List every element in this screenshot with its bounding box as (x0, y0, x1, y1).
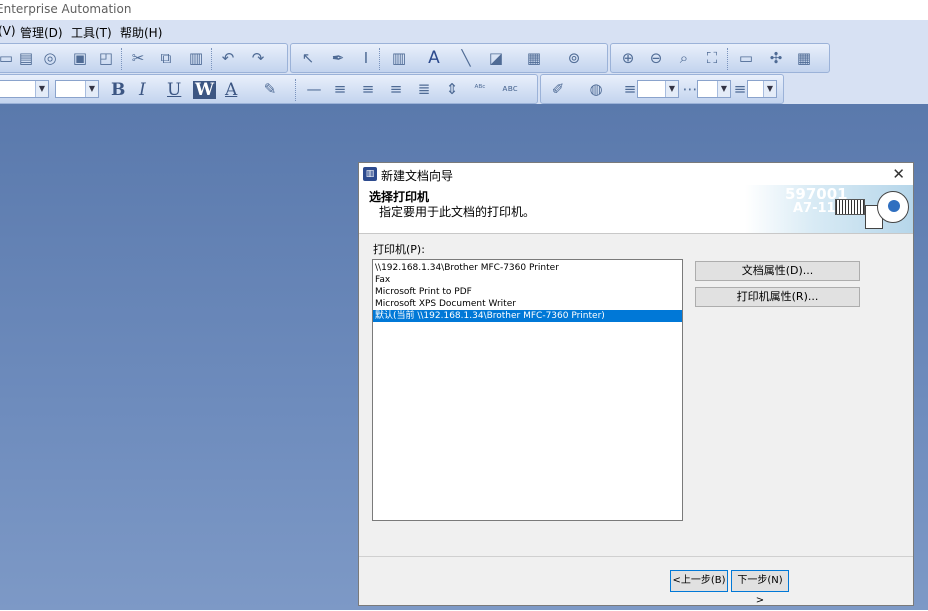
print-icon[interactable]: ▣ (71, 50, 89, 66)
disc-center-icon (888, 200, 900, 212)
justify-icon[interactable]: ≣ (415, 81, 433, 97)
header-subtitle: 指定要用于此文档的打印机。 (379, 205, 536, 219)
paste-icon[interactable]: ▥ (187, 50, 205, 66)
list-item[interactable]: Fax (373, 274, 682, 286)
border-style-select[interactable]: ▼ (747, 80, 777, 98)
align-center-icon[interactable]: ≡ (359, 81, 377, 97)
select-arrow-icon[interactable]: ↖ (299, 50, 317, 66)
app-title: Enterprise Automation (0, 2, 132, 16)
dialog-title: 新建文档向导 (381, 169, 454, 183)
font-size-select[interactable]: ▼ (55, 80, 99, 98)
menu-bar: (V) 管理(D) 工具(T) 帮助(H) (0, 20, 928, 42)
open-file-icon[interactable]: ▤ (17, 50, 35, 66)
align-right-icon[interactable]: ≡ (387, 81, 405, 97)
separator (379, 48, 382, 70)
barcode-label-icon (835, 199, 865, 215)
format-toolbar: ▼ ▼ B I U W A ✎ — ≡ ≡ ≡ ≣ ⇕ ᴬᴮᶜ ᴀʙᴄ (0, 74, 538, 104)
dialog-title-bar: ▥ 新建文档向导 ✕ (359, 163, 913, 185)
list-item-selected[interactable]: 默认(当前 \\192.168.1.34\Brother MFC-7360 Pr… (373, 310, 682, 322)
divider (359, 556, 913, 557)
copy-icon[interactable]: ⧉ (157, 50, 175, 66)
object-toolbar: ↖ ✒ I ▥ A ╲ ◪ ▦ ⊚ (290, 43, 608, 73)
line-toolbar: ✐ ◍ ≡ ▼ ⋯ ▼ ≡ ▼ (540, 74, 784, 104)
chevron-down-icon: ▼ (717, 81, 730, 97)
view-toolbar: ⊕ ⊖ ⌕ ⛶ ▭ ✣ ▦ (610, 43, 830, 73)
close-icon[interactable]: ✕ (892, 165, 905, 183)
underline-button[interactable]: U (167, 81, 181, 99)
zoom-region-icon[interactable]: ⌕ (675, 50, 693, 66)
text-rotate-icon[interactable]: ᴀʙᴄ (501, 81, 519, 97)
back-button[interactable]: <上一步(B) (670, 570, 728, 592)
text-tool-icon[interactable]: A (425, 50, 443, 67)
grid-icon[interactable]: ▦ (795, 50, 813, 66)
printer-properties-button[interactable]: 打印机属性(R)... (695, 287, 860, 307)
word-wrap-button[interactable]: W (193, 81, 217, 99)
toolbar-row-1: ▭ ▤ ◎ ▣ ◰ ✂ ⧉ ▥ ↶ ↷ ↖ ✒ I ▥ A ╲ ◪ ▦ ⊚ ⊕ … (0, 42, 928, 73)
toolbar-row-2: ▼ ▼ B I U W A ✎ — ≡ ≡ ≡ ≣ ⇕ ᴬᴮᶜ ᴀʙᴄ ✐ ◍ … (0, 73, 928, 104)
bold-button[interactable]: B (111, 81, 125, 99)
line-color-icon[interactable]: ✐ (549, 81, 567, 97)
separator (211, 48, 214, 70)
ruler-icon[interactable]: ▭ (737, 50, 755, 66)
new-document-wizard-dialog: ▥ 新建文档向导 ✕ 选择打印机 指定要用于此文档的打印机。 597001 A7… (358, 162, 914, 606)
list-item[interactable]: Microsoft Print to PDF (373, 286, 682, 298)
line-tool-icon[interactable]: ╲ (457, 50, 475, 66)
menu-help[interactable]: 帮助(H) (120, 24, 162, 41)
document-properties-button[interactable]: 文档属性(D)... (695, 261, 860, 281)
cut-icon[interactable]: ✂ (129, 50, 147, 66)
dialog-header: 选择打印机 指定要用于此文档的打印机。 597001 A7-118 (359, 185, 913, 234)
menu-tools[interactable]: 工具(T) (71, 24, 112, 41)
separator (727, 48, 730, 70)
chevron-down-icon: ▼ (85, 81, 98, 97)
chevron-down-icon: ▼ (665, 81, 678, 97)
fill-color-icon[interactable]: ◍ (587, 81, 605, 97)
snap-icon[interactable]: ✣ (767, 50, 785, 66)
app-title-bar: Enterprise Automation (0, 0, 928, 20)
font-color-button[interactable]: A (225, 81, 237, 99)
menu-manage[interactable]: 管理(D) (20, 24, 63, 41)
new-file-icon[interactable]: ▭ (0, 50, 15, 66)
redo-icon[interactable]: ↷ (249, 50, 267, 66)
image-tool-icon[interactable]: ▦ (525, 50, 543, 66)
align-left-icon[interactable]: ≡ (331, 81, 349, 97)
italic-button[interactable]: I (139, 81, 146, 99)
text-direction-icon[interactable]: ᴬᴮᶜ (471, 81, 489, 97)
separator (295, 79, 298, 101)
chevron-down-icon: ▼ (35, 81, 48, 97)
rfid-icon[interactable]: ⊚ (565, 50, 583, 66)
font-name-select[interactable]: ▼ (0, 80, 49, 98)
next-button[interactable]: 下一步(N) > (731, 570, 789, 606)
list-item[interactable]: Microsoft XPS Document Writer (373, 298, 682, 310)
text-cursor-icon[interactable]: I (357, 50, 375, 66)
printer-list[interactable]: \\192.168.1.34\Brother MFC-7360 Printer … (372, 259, 683, 521)
line-style-icon[interactable]: — (305, 81, 323, 97)
list-item[interactable]: \\192.168.1.34\Brother MFC-7360 Printer (373, 262, 682, 274)
chevron-down-icon: ▼ (763, 81, 776, 97)
fit-page-icon[interactable]: ⛶ (703, 50, 721, 66)
header-illustration: 597001 A7-118 (745, 185, 913, 233)
line-width-select[interactable]: ▼ (637, 80, 679, 98)
menu-view[interactable]: (V) (0, 24, 16, 38)
dash-style-select[interactable]: ▼ (697, 80, 731, 98)
highlight-icon[interactable]: ✎ (261, 81, 279, 97)
separator (121, 48, 124, 70)
undo-icon[interactable]: ↶ (219, 50, 237, 66)
zoom-in-icon[interactable]: ⊕ (619, 50, 637, 66)
print-preview-icon[interactable]: ◰ (97, 50, 115, 66)
database-icon[interactable]: ◎ (41, 50, 59, 66)
pen-tool-icon[interactable]: ✒ (329, 50, 347, 66)
vertical-align-icon[interactable]: ⇕ (443, 81, 461, 97)
shape-tool-icon[interactable]: ◪ (487, 50, 505, 66)
app-logo-icon: ▥ (363, 167, 377, 181)
zoom-out-icon[interactable]: ⊖ (647, 50, 665, 66)
printer-label: 打印机(P): (373, 243, 425, 256)
standard-toolbar: ▭ ▤ ◎ ▣ ◰ ✂ ⧉ ▥ ↶ ↷ (0, 43, 288, 73)
barcode-icon[interactable]: ▥ (387, 50, 411, 66)
